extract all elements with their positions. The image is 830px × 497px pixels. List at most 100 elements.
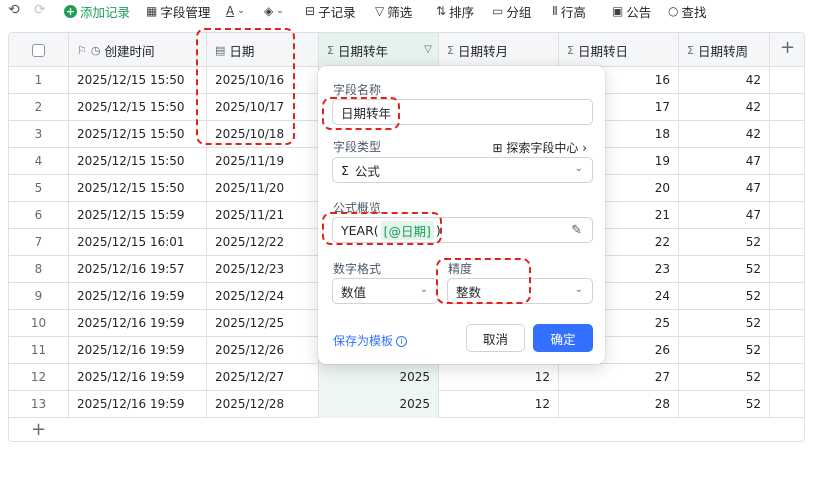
column-header-created-time[interactable]: ⚐ ◷ 创建时间	[69, 33, 207, 67]
cell-created-time[interactable]: 2025/12/16 19:59	[69, 310, 207, 337]
cell-date[interactable]: 2025/12/27	[207, 364, 319, 391]
cell-week[interactable]: 42	[679, 121, 770, 148]
table-row[interactable]: 13 2025/12/16 19:59 2025/12/28 2025 12 28 52	[9, 391, 804, 418]
text-color-button[interactable]: A ⌄	[226, 2, 248, 20]
cell-week[interactable]: 52	[679, 364, 770, 391]
sub-record-button[interactable]: ⊟ 子记录	[305, 2, 356, 20]
cell-created-time[interactable]: 2025/12/16 19:59	[69, 337, 207, 364]
column-header-year[interactable]: Σ 日期转年 ▽	[319, 33, 439, 67]
cell-date[interactable]: 2025/12/25	[207, 310, 319, 337]
row-index[interactable]: 4	[9, 148, 69, 175]
cell-date[interactable]: 2025/12/23	[207, 256, 319, 283]
column-header-week[interactable]: Σ 日期转周	[679, 33, 770, 67]
row-index[interactable]: 12	[9, 364, 69, 391]
row-index[interactable]: 2	[9, 94, 69, 121]
select-all-checkbox[interactable]	[32, 43, 45, 57]
cell-created-time[interactable]: 2025/12/16 19:59	[69, 364, 207, 391]
cell-date[interactable]: 2025/12/24	[207, 283, 319, 310]
select-all-cell[interactable]	[9, 33, 69, 67]
cell-date[interactable]: 2025/11/19	[207, 148, 319, 175]
row-index[interactable]: 1	[9, 67, 69, 94]
cell-created-time[interactable]: 2025/12/15 15:50	[69, 67, 207, 94]
cell-created-time[interactable]: 2025/12/16 19:59	[69, 391, 207, 418]
cell-created-time[interactable]: 2025/12/15 15:50	[69, 148, 207, 175]
row-index[interactable]: 5	[9, 175, 69, 202]
formula-input[interactable]: YEAR([@日期]) ✎	[332, 217, 593, 243]
cell-created-time[interactable]: 2025/12/15 15:50	[69, 94, 207, 121]
cell-created-time[interactable]: 2025/12/16 19:59	[69, 283, 207, 310]
row-height-button[interactable]: Ⅱ 行高	[552, 2, 586, 20]
cell-week[interactable]: 42	[679, 94, 770, 121]
cell-week[interactable]: 52	[679, 283, 770, 310]
row-height-icon: Ⅱ	[552, 4, 558, 18]
cell-week[interactable]: 47	[679, 148, 770, 175]
cell-week[interactable]: 52	[679, 310, 770, 337]
cell-created-time[interactable]: 2025/12/16 19:57	[69, 256, 207, 283]
cell-week[interactable]: 42	[679, 67, 770, 94]
cancel-button[interactable]: 取消	[466, 324, 525, 352]
cell-week[interactable]: 52	[679, 256, 770, 283]
cell-week[interactable]: 52	[679, 337, 770, 364]
row-index[interactable]: 11	[9, 337, 69, 364]
row-index[interactable]: 7	[9, 229, 69, 256]
row-index[interactable]: 3	[9, 121, 69, 148]
add-row-icon[interactable]: +	[31, 419, 46, 440]
formula-icon: Σ	[341, 162, 349, 178]
cell-date[interactable]: 2025/12/22	[207, 229, 319, 256]
add-record-button[interactable]: + 添加记录	[64, 2, 130, 20]
cell-date[interactable]: 2025/11/20	[207, 175, 319, 202]
row-index[interactable]: 6	[9, 202, 69, 229]
cell-date[interactable]: 2025/12/28	[207, 391, 319, 418]
confirm-button[interactable]: 确定	[533, 324, 593, 352]
cell-month[interactable]: 12	[439, 364, 559, 391]
filter-button[interactable]: ▽ 筛选	[375, 2, 412, 20]
cell-date[interactable]: 2025/12/26	[207, 337, 319, 364]
row-index[interactable]: 10	[9, 310, 69, 337]
cell-created-time[interactable]: 2025/12/15 15:50	[69, 175, 207, 202]
info-icon[interactable]: i	[396, 336, 408, 347]
precision-select[interactable]: 整数 ⌄	[447, 278, 593, 304]
cell-year[interactable]: 2025	[319, 364, 439, 391]
find-button[interactable]: ○ 查找	[668, 2, 707, 20]
fill-color-button[interactable]: ◈ ⌄	[264, 2, 287, 20]
cell-created-time[interactable]: 2025/12/15 16:01	[69, 229, 207, 256]
column-header-day[interactable]: Σ 日期转日	[559, 33, 679, 67]
pencil-icon[interactable]: ✎	[571, 223, 582, 238]
redo-icon[interactable]: ⟳	[34, 2, 46, 18]
column-header-month[interactable]: Σ 日期转月	[439, 33, 559, 67]
cell-week[interactable]: 47	[679, 202, 770, 229]
cell-day[interactable]: 28	[559, 391, 679, 418]
cell-date[interactable]: 2025/10/17	[207, 94, 319, 121]
add-column-icon[interactable]: +	[780, 37, 795, 58]
cell-date[interactable]: 2025/11/21	[207, 202, 319, 229]
row-index[interactable]: 8	[9, 256, 69, 283]
row-index[interactable]: 13	[9, 391, 69, 418]
number-format-select[interactable]: 数值 ⌄	[332, 278, 438, 304]
field-manage-button[interactable]: ▦ 字段管理	[146, 2, 210, 20]
announcement-button[interactable]: ▣ 公告	[612, 2, 651, 20]
flag-icon: ⚐	[77, 43, 87, 57]
group-button[interactable]: ▭ 分组	[492, 2, 531, 20]
cell-date[interactable]: 2025/10/16	[207, 67, 319, 94]
cell-week[interactable]: 52	[679, 229, 770, 256]
undo-icon[interactable]: ⟲	[8, 2, 20, 18]
cell-day[interactable]: 27	[559, 364, 679, 391]
cell-week[interactable]: 47	[679, 175, 770, 202]
table-row[interactable]: 12 2025/12/16 19:59 2025/12/27 2025 12 27 52	[9, 364, 804, 391]
field-name-input[interactable]: 日期转年	[332, 99, 593, 125]
sort-button[interactable]: ⇅ 排序	[436, 2, 474, 20]
cell-year[interactable]: 2025	[319, 391, 439, 418]
column-header-date[interactable]: ▤ 日期	[207, 33, 319, 67]
cell-date[interactable]: 2025/10/18	[207, 121, 319, 148]
chevron-down-icon: ⌄	[574, 284, 583, 295]
cell-month[interactable]: 12	[439, 391, 559, 418]
row-index[interactable]: 9	[9, 283, 69, 310]
save-as-template-link[interactable]: 保存为模板 i	[333, 332, 408, 349]
cell-week[interactable]: 52	[679, 391, 770, 418]
explore-field-center-link[interactable]: ⊞ 探索字段中心 ›	[492, 139, 587, 156]
field-type-select[interactable]: Σ 公式 ⌄	[332, 157, 593, 183]
add-row[interactable]: +	[9, 418, 804, 441]
cell-created-time[interactable]: 2025/12/15 15:50	[69, 121, 207, 148]
cell-created-time[interactable]: 2025/12/15 15:59	[69, 202, 207, 229]
filter-icon[interactable]: ▽	[424, 44, 432, 55]
